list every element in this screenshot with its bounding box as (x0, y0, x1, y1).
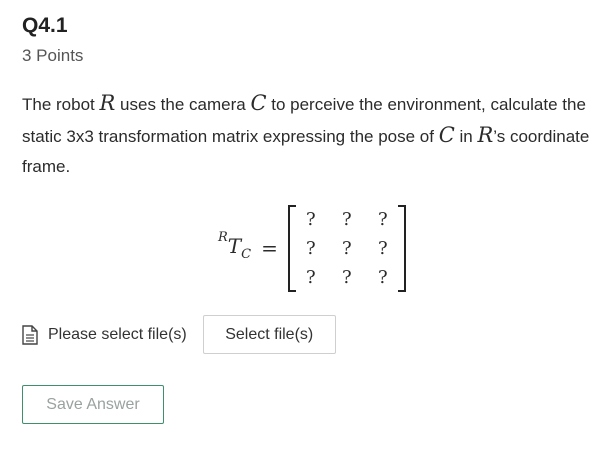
robot-symbol: R (477, 123, 494, 147)
question-text: The robot R uses the camera C to perceiv… (22, 88, 600, 182)
transformation-equation: RTC = ? ? ? ? ? ? ? ? ? (218, 204, 406, 292)
matrix-cell: ? (306, 208, 316, 230)
question-text-part: The robot (22, 95, 100, 114)
equation-lhs: RTC (218, 230, 252, 262)
matrix-cell: ? (378, 266, 388, 288)
matrix-cell: ? (342, 237, 352, 259)
question-text-part: uses the camera (115, 95, 251, 114)
answer-matrix: ? ? ? ? ? ? ? ? ? (287, 204, 406, 292)
matrix-cell: ? (342, 266, 352, 288)
equation-base: T (227, 234, 242, 258)
upload-status-label: Please select file(s) (48, 325, 187, 343)
equation-subscript: C (241, 247, 252, 262)
file-upload-row: Please select file(s) Select file(s) (22, 315, 336, 354)
camera-symbol: C (438, 123, 455, 147)
question-points: 3 Points (22, 46, 84, 65)
select-files-button[interactable]: Select file(s) (202, 315, 336, 354)
matrix-cell: ? (378, 208, 388, 230)
robot-symbol: R (99, 91, 116, 115)
question-text-part: in (454, 127, 478, 146)
equals-sign: = (261, 236, 278, 260)
matrix-left-bracket (287, 204, 296, 292)
question-title: Q4.1 (22, 14, 68, 37)
camera-symbol: C (250, 91, 267, 115)
matrix-cell: ? (342, 208, 352, 230)
save-answer-button[interactable]: Save Answer (22, 385, 164, 424)
matrix-right-bracket (397, 204, 406, 292)
matrix-cell: ? (306, 266, 316, 288)
matrix-cell: ? (306, 237, 316, 259)
matrix-cell: ? (378, 237, 388, 259)
file-icon (22, 324, 38, 345)
equation-superscript: R (218, 230, 228, 246)
